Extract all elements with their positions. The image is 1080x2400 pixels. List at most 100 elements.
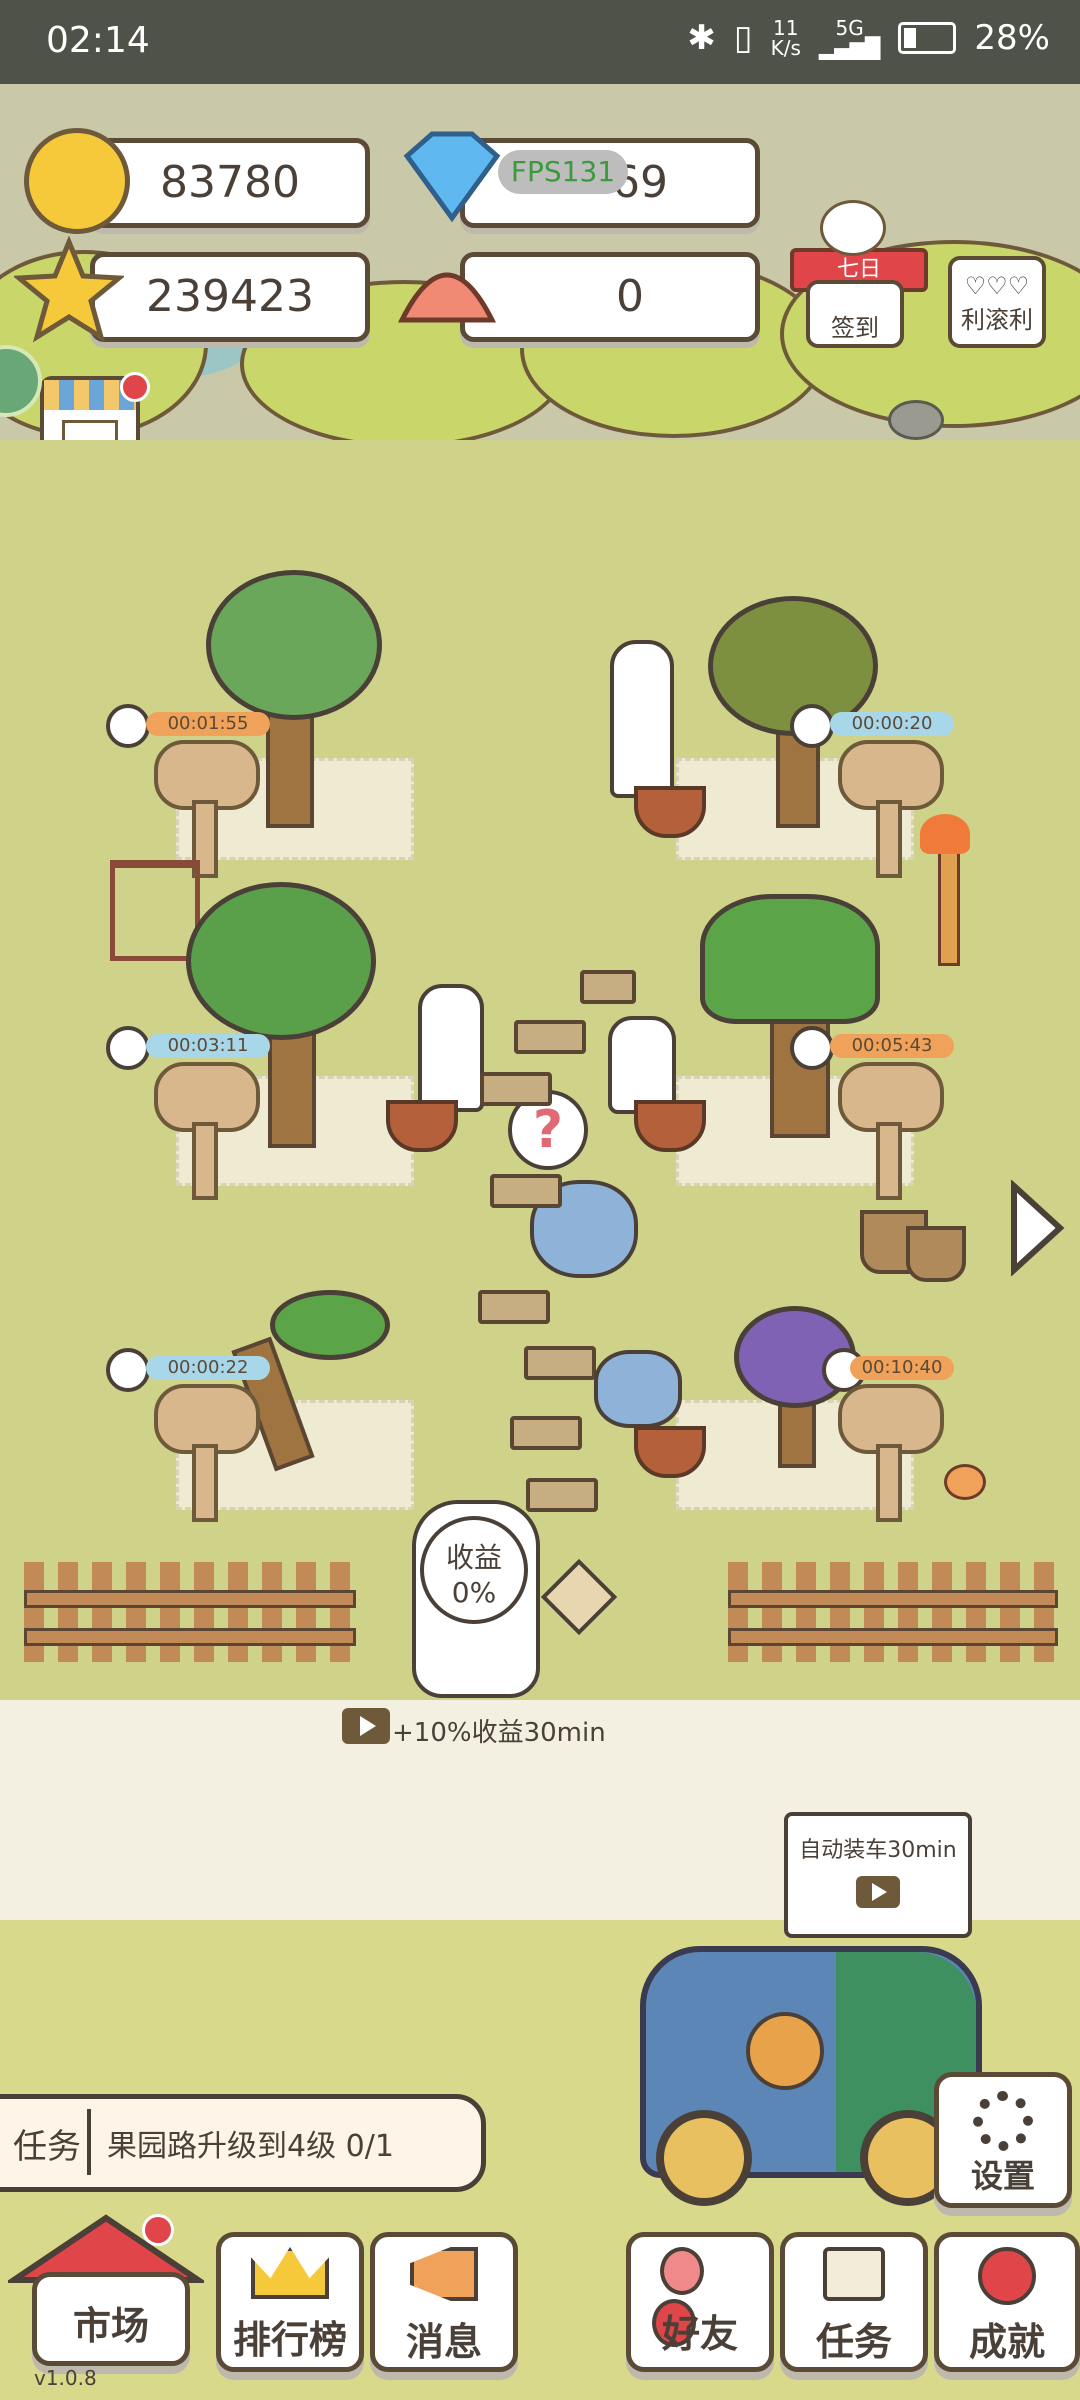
tree-timer: 00:01:55 <box>146 712 270 736</box>
truck-wheel <box>656 2110 752 2206</box>
medal-icon <box>978 2247 1036 2305</box>
auto-load-label: 自动装车30min <box>799 1838 957 1863</box>
tree-timer: 00:00:20 <box>830 712 954 736</box>
nav-market[interactable]: 市场 <box>8 2210 204 2366</box>
fence-right <box>728 1562 1058 1662</box>
nav-friends[interactable]: 好友 <box>626 2232 774 2372</box>
sign-post <box>192 1444 218 1522</box>
nav-friends-label: 好友 <box>661 2312 738 2356</box>
path-plank <box>480 1072 552 1106</box>
notification-dot <box>120 372 150 402</box>
auto-load-bubble[interactable]: 自动装车30min <box>784 1812 972 1938</box>
tree-timer: 00:05:43 <box>830 1034 954 1058</box>
path-plank <box>526 1478 598 1512</box>
tree-timer: 00:00:22 <box>146 1356 270 1380</box>
star-icon <box>12 235 126 346</box>
status-time: 02:14 <box>46 20 150 61</box>
notification-dot <box>142 2214 174 2246</box>
leaf-icon <box>944 1464 986 1500</box>
path-plank <box>490 1174 562 1208</box>
dog-driver <box>746 2012 824 2090</box>
sign-post <box>876 800 902 878</box>
path-plank <box>524 1346 596 1380</box>
next-area-arrow[interactable] <box>1006 1179 1066 1277</box>
coin-icon <box>24 128 130 234</box>
lucky-label: 利滚利 <box>961 306 1033 334</box>
ad-bonus-text[interactable]: +10%收益30min <box>392 1712 606 1749</box>
divider <box>87 2109 91 2175</box>
checkin-label: 签到 <box>831 314 879 342</box>
task-bar[interactable]: 任务 果园路升级到4级 0/1 <box>0 2094 486 2192</box>
signal-indicator: 5G ▂▄▆█ <box>818 16 881 60</box>
coconut-tree[interactable] <box>270 1290 390 1360</box>
flame-icon <box>920 814 970 854</box>
clock-icon <box>106 1026 150 1070</box>
income-title: 收益 <box>445 1541 502 1574</box>
nav-achievements-label: 成就 <box>968 2320 1045 2364</box>
friends-icon <box>652 2247 740 2347</box>
tree-timer: 00:10:40 <box>850 1356 954 1380</box>
nav-messages[interactable]: 消息 <box>370 2232 518 2372</box>
status-icons: ✱ ▯ 11 K/s 5G ▂▄▆█ 28% <box>687 18 1050 58</box>
sign-post <box>192 1122 218 1200</box>
coins-value: 83780 <box>160 157 300 208</box>
sign-post <box>876 1444 902 1522</box>
nav-ranking-label: 排行榜 <box>232 2318 347 2362</box>
video-ad-icon <box>856 1876 900 1908</box>
scroll-icon <box>823 2247 885 2301</box>
checkin-button[interactable]: 签到 <box>806 280 904 348</box>
lucky-button[interactable]: ♡♡♡ 利滚利 <box>948 256 1046 348</box>
sign-post <box>876 1122 902 1200</box>
task-text: 果园路升级到4级 0/1 <box>107 2129 394 2164</box>
clock-icon <box>790 1026 834 1070</box>
crown-icon <box>251 2247 329 2299</box>
clock-icon <box>106 1348 150 1392</box>
shell-icon <box>392 240 502 340</box>
gear-icon <box>973 2091 1033 2151</box>
version-text: v1.0.8 <box>34 2366 97 2390</box>
income-value: 0% <box>451 1576 497 1609</box>
fence-left <box>24 1562 356 1662</box>
zebra-character <box>610 640 674 798</box>
berry-tree[interactable] <box>186 882 376 1040</box>
sleeping-worker <box>594 1350 682 1428</box>
diamond-icon <box>392 126 502 226</box>
income-badge[interactable]: 收益 0% <box>420 1516 528 1624</box>
durian-tree[interactable] <box>700 894 880 1024</box>
path-plank <box>478 1290 550 1324</box>
nav-messages-label: 消息 <box>405 2320 482 2364</box>
basket-stack <box>906 1226 966 1282</box>
rock-icon <box>888 400 944 440</box>
slot-machine-icon: ♡♡♡ <box>964 272 1030 300</box>
path-plank <box>514 1020 586 1054</box>
coins-panel: 83780 <box>90 138 370 228</box>
clock-icon <box>790 704 834 748</box>
mouse-mascot-icon <box>820 200 886 256</box>
goat-character <box>418 984 484 1112</box>
status-bar: 02:14 ✱ ▯ 11 K/s 5G ▂▄▆█ 28% <box>0 0 1080 84</box>
megaphone-icon <box>410 2247 478 2301</box>
clock-icon <box>106 704 150 748</box>
nav-ranking[interactable]: 排行榜 <box>216 2232 364 2372</box>
bluetooth-icon: ✱ <box>687 18 716 58</box>
path-plank <box>510 1416 582 1450</box>
task-label: 任务 <box>13 2127 81 2167</box>
nav-achievements[interactable]: 成就 <box>934 2232 1080 2372</box>
settings-label: 设置 <box>970 2157 1035 2195</box>
vibrate-icon: ▯ <box>733 18 753 58</box>
battery-level: 28% <box>974 18 1050 58</box>
nav-tasks-label: 任务 <box>815 2320 892 2364</box>
battery-icon <box>898 22 957 54</box>
apple-tree[interactable] <box>206 570 382 720</box>
settings-button[interactable]: 设置 <box>934 2072 1072 2208</box>
nav-market-label: 市场 <box>72 2304 149 2348</box>
fps-overlay: FPS131 <box>498 150 628 194</box>
shells-value: 0 <box>616 271 644 322</box>
stars-value: 239423 <box>146 271 314 322</box>
video-ad-icon[interactable] <box>342 1708 390 1744</box>
ladder-icon <box>110 860 200 961</box>
tree-timer: 00:03:11 <box>146 1034 270 1058</box>
shells-panel: 0 <box>460 252 760 342</box>
stars-panel: 239423 <box>90 252 370 342</box>
nav-tasks[interactable]: 任务 <box>780 2232 928 2372</box>
